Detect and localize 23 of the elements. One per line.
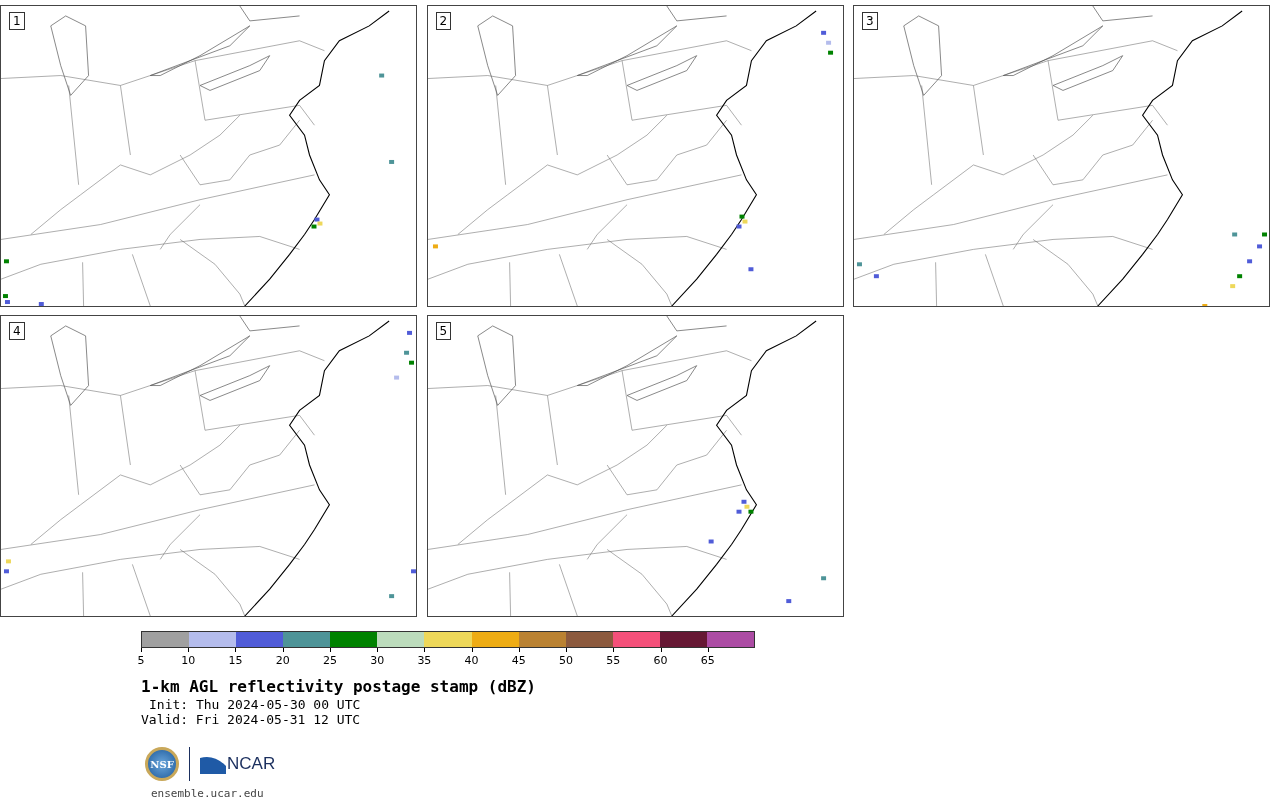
tick-label: 55 [606, 654, 621, 667]
tick-label: 65 [700, 654, 715, 667]
tick-label: 30 [370, 654, 385, 667]
site-link[interactable]: ensemble.ucar.edu [151, 787, 264, 800]
panel-number: 1 [9, 12, 25, 30]
tick-label: 20 [275, 654, 290, 667]
tick-label: 35 [417, 654, 432, 667]
nsf-logo: NSF [145, 747, 179, 781]
tick-label: 40 [464, 654, 479, 667]
tick-label: 5 [137, 654, 145, 667]
tick-label: 60 [653, 654, 668, 667]
tick-label: 15 [228, 654, 243, 667]
init-time: Init: Thu 2024-05-30 00 UTC [148, 697, 361, 712]
tick-label: 25 [322, 654, 337, 667]
plot-title: 1-km AGL reflectivity postage stamp (dBZ) [141, 677, 536, 697]
swoosh-icon [200, 754, 226, 774]
panel-number: 4 [9, 322, 25, 340]
valid-time: Valid: Fri 2024-05-31 12 UTC [141, 712, 361, 727]
ncar-logo-text: NCAR [227, 754, 276, 774]
tick-label: 50 [559, 654, 574, 667]
tick-label: 45 [511, 654, 526, 667]
tick-label: 10 [181, 654, 196, 667]
panel-number: 3 [862, 12, 878, 30]
